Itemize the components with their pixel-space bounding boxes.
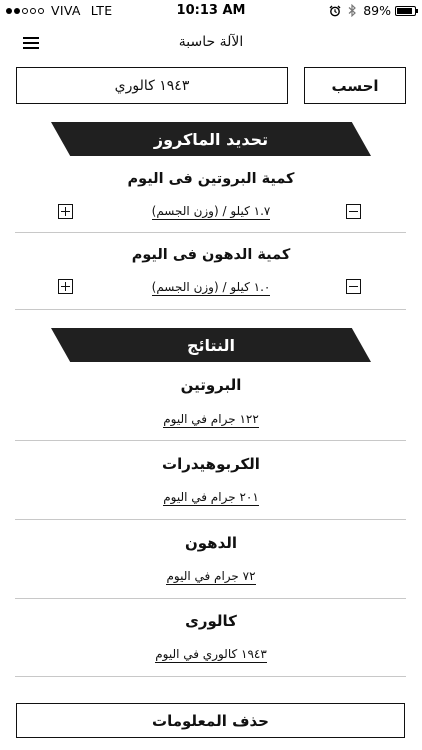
calculate-button[interactable]: احسب [304, 67, 406, 104]
protein-increment-button[interactable] [58, 204, 73, 219]
result-calories-label: كالورى [185, 612, 237, 630]
fat-increment-button[interactable] [58, 279, 73, 294]
nav-bar: الآلة حاسبة [0, 28, 422, 58]
battery-icon [395, 5, 418, 16]
calculator-row: احسب [16, 67, 406, 104]
result-protein-value: ١٢٢ جرام في اليوم [0, 412, 422, 428]
result-fat-text: ٧٢ جرام في اليوم [166, 569, 256, 585]
divider [15, 598, 406, 599]
result-carbs-label: الكربوهيدرات [162, 455, 260, 473]
fat-amount-label: كمية الدهون فى اليوم [131, 247, 291, 263]
protein-amount-label: كمية البروتين فى اليوم [127, 171, 295, 187]
result-calories-value: ١٩٤٣ كالوري في اليوم [0, 647, 422, 663]
divider [15, 232, 406, 233]
result-protein-label: البروتين [180, 376, 242, 394]
protein-amount-text: ١.٧ كيلو / (وزن الجسم) [151, 204, 271, 220]
calories-input[interactable] [16, 67, 288, 104]
status-right: 89% [329, 3, 418, 18]
status-bar: VIVA LTE 10:13 AM 89% [0, 0, 422, 22]
page-title: الآلة حاسبة [178, 34, 244, 50]
battery-percent: 89% [363, 3, 391, 18]
result-protein-text: ١٢٢ جرام في اليوم [163, 412, 259, 428]
divider [15, 519, 406, 520]
divider [15, 676, 406, 677]
results-section-header: النتائج [51, 328, 371, 362]
result-calories-text: ١٩٤٣ كالوري في اليوم [155, 647, 267, 663]
divider [15, 309, 406, 310]
battery-fill [397, 7, 412, 14]
divider [15, 440, 406, 441]
bluetooth-icon [348, 4, 357, 17]
result-fat-label: الدهون [184, 534, 238, 552]
result-fat-value: ٧٢ جرام في اليوم [0, 569, 422, 585]
result-carbs-text: ٢٠١ جرام في اليوم [163, 490, 259, 506]
macros-section-header: تحديد الماكروز [51, 122, 371, 156]
alarm-clock-icon [329, 5, 341, 16]
result-carbs-value: ٢٠١ جرام في اليوم [0, 490, 422, 506]
clear-data-button[interactable]: حذف المعلومات [16, 703, 405, 738]
fat-amount-text: ١.٠ كيلو / (وزن الجسم) [151, 280, 271, 296]
